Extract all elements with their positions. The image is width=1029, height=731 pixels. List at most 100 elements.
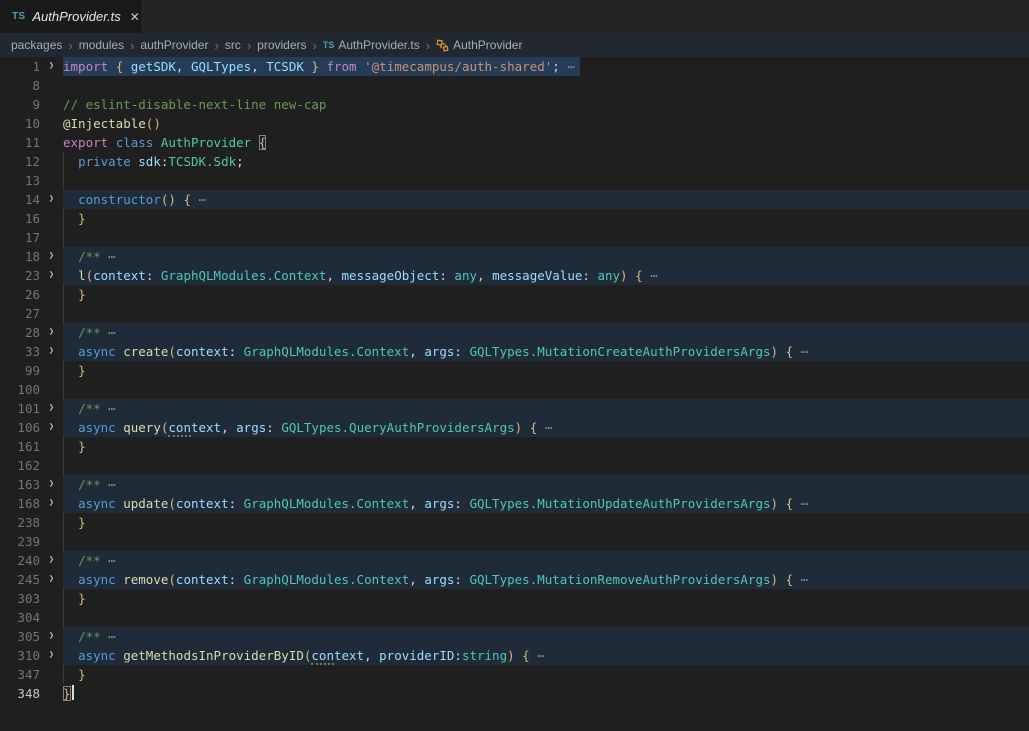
code-line[interactable]: 238 }: [0, 513, 1029, 532]
code-content[interactable]: l(context: GraphQLModules.Context, messa…: [63, 266, 1029, 285]
line-number[interactable]: 13: [0, 171, 40, 190]
line-number[interactable]: 26: [0, 285, 40, 304]
code-content[interactable]: @Injectable(): [63, 114, 1029, 133]
line-number[interactable]: 348: [0, 684, 40, 703]
fold-chevron-icon[interactable]: ❯: [40, 57, 63, 76]
line-number[interactable]: 8: [0, 76, 40, 95]
code-line[interactable]: 1❯import { getSDK, GQLTypes, TCSDK } fro…: [0, 57, 1029, 76]
line-number[interactable]: 23: [0, 266, 40, 285]
code-line[interactable]: 14❯ constructor() { ⋯: [0, 190, 1029, 209]
fold-chevron-icon[interactable]: ❯: [40, 266, 63, 285]
code-content[interactable]: [63, 380, 1029, 399]
breadcrumb-item-providers[interactable]: providers: [257, 38, 306, 52]
code-content[interactable]: }: [63, 361, 1029, 380]
breadcrumb-item-authprovider.ts[interactable]: TSAuthProvider.ts: [323, 38, 420, 52]
code-line[interactable]: 163❯ /** ⋯: [0, 475, 1029, 494]
code-content[interactable]: async remove(context: GraphQLModules.Con…: [63, 570, 1029, 589]
fold-chevron-icon[interactable]: ❯: [40, 342, 63, 361]
close-icon[interactable]: ✕: [130, 10, 140, 24]
code-content[interactable]: [63, 456, 1029, 475]
line-number[interactable]: 99: [0, 361, 40, 380]
code-content[interactable]: async query(context, args: GQLTypes.Quer…: [63, 418, 1029, 437]
code-content[interactable]: // eslint-disable-next-line new-cap: [63, 95, 1029, 114]
code-line[interactable]: 239: [0, 532, 1029, 551]
line-number[interactable]: 303: [0, 589, 40, 608]
breadcrumb-item-authprovider[interactable]: AuthProvider: [436, 38, 522, 52]
fold-chevron-icon[interactable]: ❯: [40, 190, 63, 209]
tab-authprovider[interactable]: TS AuthProvider.ts ✕: [0, 0, 141, 33]
fold-chevron-icon[interactable]: ❯: [40, 494, 63, 513]
line-number[interactable]: 101: [0, 399, 40, 418]
code-content[interactable]: import { getSDK, GQLTypes, TCSDK } from …: [63, 57, 1029, 76]
code-content[interactable]: /** ⋯: [63, 247, 1029, 266]
code-content[interactable]: async update(context: GraphQLModules.Con…: [63, 494, 1029, 513]
code-line[interactable]: 33❯ async create(context: GraphQLModules…: [0, 342, 1029, 361]
code-line[interactable]: 23❯ l(context: GraphQLModules.Context, m…: [0, 266, 1029, 285]
code-content[interactable]: }: [63, 437, 1029, 456]
line-number[interactable]: 11: [0, 133, 40, 152]
line-number[interactable]: 239: [0, 532, 40, 551]
line-number[interactable]: 100: [0, 380, 40, 399]
code-content[interactable]: async getMethodsInProviderByID(context, …: [63, 646, 1029, 665]
code-content[interactable]: [63, 228, 1029, 247]
code-line[interactable]: 348}: [0, 684, 1029, 703]
code-line[interactable]: 310❯ async getMethodsInProviderByID(cont…: [0, 646, 1029, 665]
line-number[interactable]: 1: [0, 57, 40, 76]
code-line[interactable]: 245❯ async remove(context: GraphQLModule…: [0, 570, 1029, 589]
breadcrumb-item-modules[interactable]: modules: [79, 38, 124, 52]
code-content[interactable]: [63, 304, 1029, 323]
code-line[interactable]: 304: [0, 608, 1029, 627]
code-content[interactable]: /** ⋯: [63, 399, 1029, 418]
fold-chevron-icon[interactable]: ❯: [40, 551, 63, 570]
fold-chevron-icon[interactable]: ❯: [40, 399, 63, 418]
code-content[interactable]: export class AuthProvider {: [63, 133, 1029, 152]
code-line[interactable]: 17: [0, 228, 1029, 247]
code-line[interactable]: 101❯ /** ⋯: [0, 399, 1029, 418]
line-number[interactable]: 240: [0, 551, 40, 570]
code-line[interactable]: 10 @Injectable(): [0, 114, 1029, 133]
line-number[interactable]: 238: [0, 513, 40, 532]
code-content[interactable]: [63, 171, 1029, 190]
code-line[interactable]: 161 }: [0, 437, 1029, 456]
code-content[interactable]: [63, 532, 1029, 551]
code-content[interactable]: async create(context: GraphQLModules.Con…: [63, 342, 1029, 361]
line-number[interactable]: 17: [0, 228, 40, 247]
code-content[interactable]: }: [63, 513, 1029, 532]
line-number[interactable]: 28: [0, 323, 40, 342]
code-line[interactable]: 27: [0, 304, 1029, 323]
line-number[interactable]: 163: [0, 475, 40, 494]
code-line[interactable]: 8: [0, 76, 1029, 95]
code-line[interactable]: 240❯ /** ⋯: [0, 551, 1029, 570]
line-number[interactable]: 10: [0, 114, 40, 133]
line-number[interactable]: 18: [0, 247, 40, 266]
line-number[interactable]: 245: [0, 570, 40, 589]
code-line[interactable]: 99 }: [0, 361, 1029, 380]
breadcrumb-item-packages[interactable]: packages: [11, 38, 62, 52]
code-line[interactable]: 106❯ async query(context, args: GQLTypes…: [0, 418, 1029, 437]
code-content[interactable]: private sdk:TCSDK.Sdk;: [63, 152, 1029, 171]
line-number[interactable]: 9: [0, 95, 40, 114]
code-editor[interactable]: 1❯import { getSDK, GQLTypes, TCSDK } fro…: [0, 57, 1029, 731]
code-line[interactable]: 347 }: [0, 665, 1029, 684]
code-line[interactable]: 100: [0, 380, 1029, 399]
code-content[interactable]: /** ⋯: [63, 475, 1029, 494]
code-line[interactable]: 12 private sdk:TCSDK.Sdk;: [0, 152, 1029, 171]
line-number[interactable]: 347: [0, 665, 40, 684]
line-number[interactable]: 27: [0, 304, 40, 323]
code-content[interactable]: /** ⋯: [63, 627, 1029, 646]
line-number[interactable]: 310: [0, 646, 40, 665]
code-content[interactable]: /** ⋯: [63, 323, 1029, 342]
fold-chevron-icon[interactable]: ❯: [40, 475, 63, 494]
code-line[interactable]: 162: [0, 456, 1029, 475]
code-content[interactable]: /** ⋯: [63, 551, 1029, 570]
fold-chevron-icon[interactable]: ❯: [40, 627, 63, 646]
line-number[interactable]: 161: [0, 437, 40, 456]
code-content[interactable]: constructor() { ⋯: [63, 190, 1029, 209]
code-content[interactable]: }: [63, 589, 1029, 608]
code-content[interactable]: }: [63, 209, 1029, 228]
line-number[interactable]: 16: [0, 209, 40, 228]
fold-chevron-icon[interactable]: ❯: [40, 418, 63, 437]
line-number[interactable]: 33: [0, 342, 40, 361]
line-number[interactable]: 168: [0, 494, 40, 513]
code-content[interactable]: [63, 608, 1029, 627]
